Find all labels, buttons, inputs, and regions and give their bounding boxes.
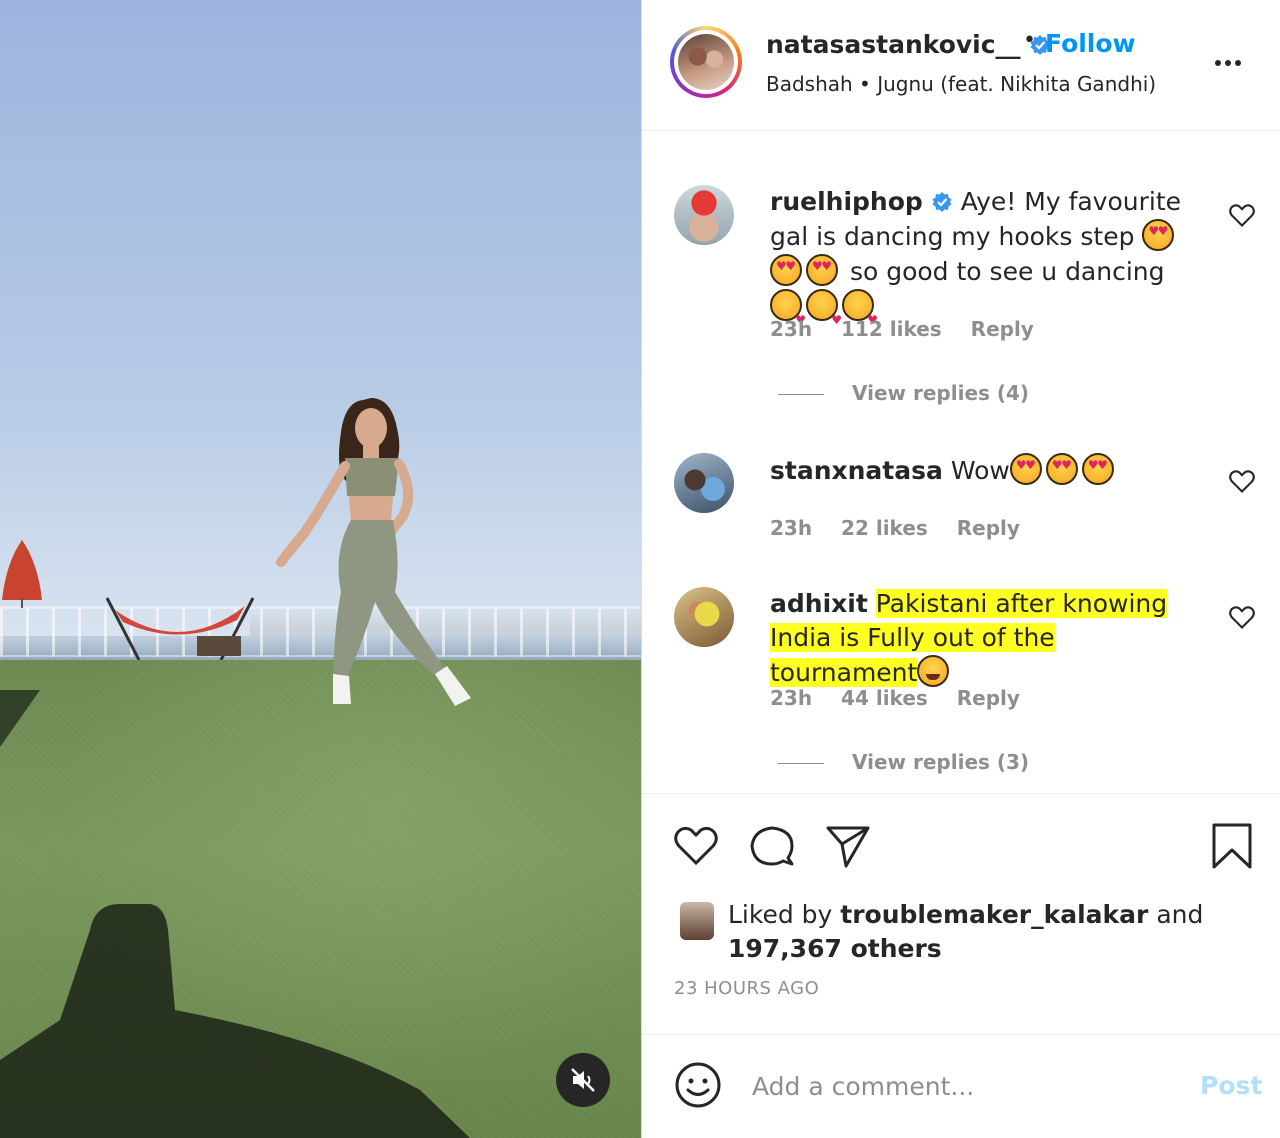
volume-muted-icon <box>571 1068 595 1092</box>
person-shadow <box>0 904 470 1138</box>
comment-likes[interactable]: 22 likes <box>841 516 928 540</box>
heart-eyes-emoji-icon <box>806 254 838 286</box>
replies-divider <box>778 394 824 395</box>
author-username[interactable]: natasastankovic__ <box>766 30 1021 59</box>
comment-meta: 23h 44 likes Reply <box>770 686 1042 710</box>
author-avatar[interactable] <box>670 26 742 98</box>
post-video[interactable] <box>0 0 641 1138</box>
comment-like-heart-icon[interactable] <box>1228 201 1256 229</box>
heart-eyes-emoji-icon <box>1142 219 1175 251</box>
view-replies-label: View replies (4) <box>852 381 1030 405</box>
heart-eyes-emoji-icon <box>1081 453 1114 485</box>
comment-text: Wow <box>950 456 1010 485</box>
liked-by-prefix: Liked by <box>728 900 833 929</box>
comment-like-heart-icon[interactable] <box>1228 603 1256 631</box>
follow-button[interactable]: Follow <box>1045 29 1136 58</box>
hammock <box>105 597 255 660</box>
emoji-group <box>1009 453 1118 485</box>
comment-likes[interactable]: 44 likes <box>841 686 928 710</box>
comment-meta: 23h 112 likes Reply <box>770 317 1056 341</box>
post-comment-button[interactable]: Post <box>1200 1071 1262 1100</box>
post-panel: natasastankovic__ • Follow Badshah • Jug… <box>641 0 1280 1138</box>
likes-summary[interactable]: Liked by troublemaker_kalakar and 197,36… <box>728 898 1228 966</box>
comment-likes[interactable]: 112 likes <box>841 317 942 341</box>
reply-button[interactable]: Reply <box>957 686 1020 710</box>
emoji-group <box>917 655 953 687</box>
view-replies-label: View replies (3) <box>852 750 1030 774</box>
verified-badge-icon <box>932 192 952 212</box>
reply-button[interactable]: Reply <box>957 516 1020 540</box>
comment-like-heart-icon[interactable] <box>1228 467 1256 495</box>
heart-eyes-emoji-icon <box>770 254 802 286</box>
mute-button[interactable] <box>556 1053 610 1107</box>
add-comment-bar: Post <box>642 1035 1280 1138</box>
comment-bubble-icon[interactable] <box>748 822 796 870</box>
commenter-avatar[interactable] <box>674 453 734 513</box>
dancer <box>276 398 471 706</box>
share-send-icon[interactable] <box>824 822 872 870</box>
reply-button[interactable]: Reply <box>971 317 1034 341</box>
liked-by-suffix: and <box>1156 900 1204 929</box>
post-timestamp[interactable]: 23 HOURS AGO <box>674 978 819 999</box>
view-replies-button[interactable]: View replies (3) <box>778 750 1029 774</box>
comment-time[interactable]: 23h <box>770 317 812 341</box>
like-heart-icon[interactable] <box>672 822 720 870</box>
comment-meta: 23h 22 likes Reply <box>770 516 1042 540</box>
liker-avatar[interactable] <box>680 902 714 940</box>
comment-username[interactable]: stanxnatasa <box>770 456 943 485</box>
replies-divider <box>778 763 824 764</box>
post-header: natasastankovic__ • Follow Badshah • Jug… <box>642 0 1280 131</box>
comment-username[interactable]: ruelhiphop <box>770 187 923 216</box>
heart-eyes-emoji-icon <box>1009 453 1042 485</box>
post-actions: Liked by troublemaker_kalakar and 197,36… <box>642 794 1280 1035</box>
separator-dot: • <box>1023 28 1036 53</box>
comment-input[interactable] <box>750 1063 1184 1109</box>
umbrella <box>2 540 42 608</box>
audio-track[interactable]: Badshah • Jugnu (feat. Nikhita Gandhi) <box>766 72 1156 96</box>
comment-time[interactable]: 23h <box>770 516 812 540</box>
comment-text: so good to see u dancing <box>849 257 1165 286</box>
comment-time[interactable]: 23h <box>770 686 812 710</box>
commenter-avatar[interactable] <box>674 185 734 245</box>
view-replies-button[interactable]: View replies (4) <box>778 381 1029 405</box>
heart-eyes-emoji-icon <box>1045 453 1078 485</box>
bookmark-save-icon[interactable] <box>1208 822 1256 870</box>
liked-by-username[interactable]: troublemaker_kalakar <box>840 900 1148 929</box>
emoji-smile-icon[interactable] <box>674 1061 722 1109</box>
comments-list[interactable]: ruelhiphop Aye! My favourite gal is danc… <box>642 131 1280 794</box>
comment-username[interactable]: adhixit <box>770 589 868 618</box>
liked-by-others[interactable]: 197,367 others <box>728 934 942 963</box>
more-horizontal-icon[interactable] <box>1210 48 1246 78</box>
commenter-avatar[interactable] <box>674 587 734 647</box>
laughing-emoji-icon <box>917 655 950 687</box>
